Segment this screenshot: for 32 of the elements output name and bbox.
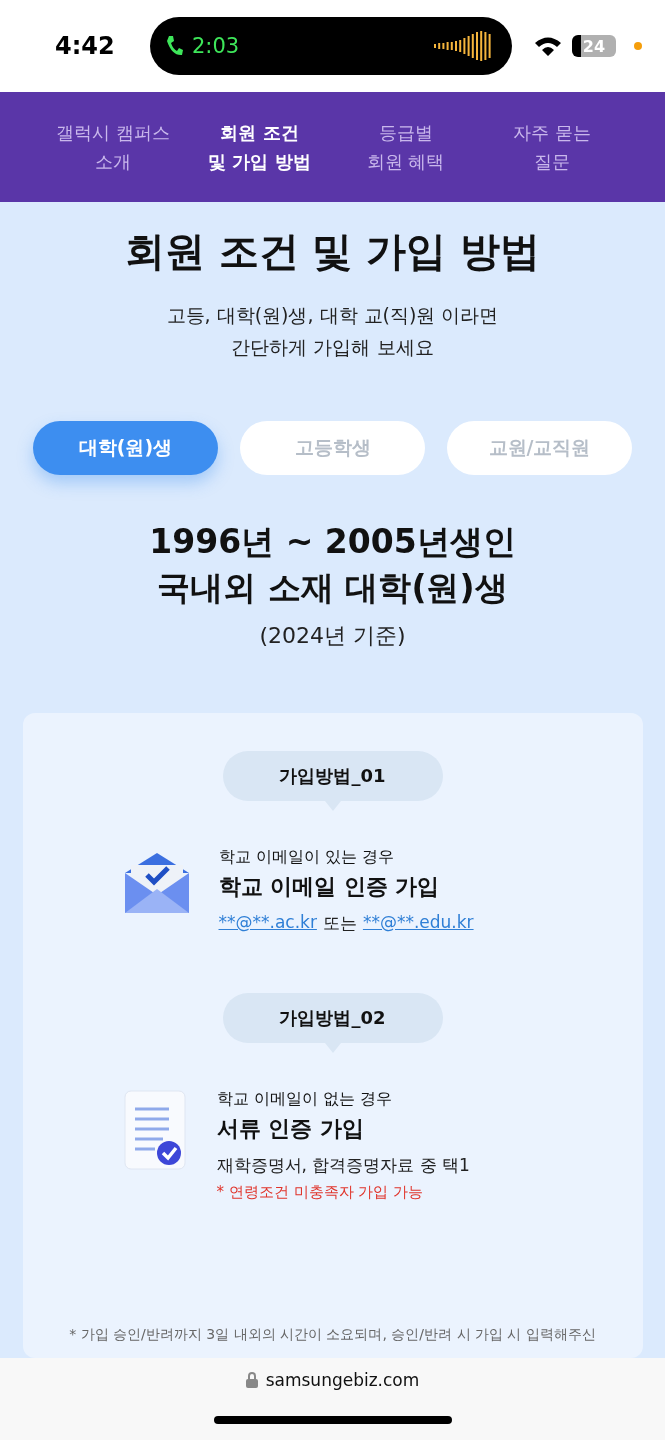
connector-text: 또는 xyxy=(322,912,357,935)
nav-tab[interactable]: 회원 조건 및 가입 방법 xyxy=(186,118,333,176)
method-title: 학교 이메일 인증 가입 xyxy=(218,873,441,901)
call-activity-pill[interactable]: 2:03 xyxy=(150,17,512,75)
privacy-indicator-icon xyxy=(634,42,642,50)
eligibility-note: (2024년 기준) xyxy=(259,622,406,650)
footnote: * 가입 승인/반려까지 3일 내외의 시간이 소요되며, 승인/반려 시 가입 시 입력해주신 xyxy=(69,1326,596,1344)
document-check-icon xyxy=(122,1089,189,1173)
call-duration: 2:03 xyxy=(192,34,241,58)
nav-tab[interactable]: 등급별 회원 혜택 xyxy=(332,118,479,176)
method-title: 서류 인증 가입 xyxy=(216,1115,365,1143)
lock-icon xyxy=(245,1372,258,1388)
email-domain-link[interactable]: **@**.edu.kr xyxy=(362,912,474,935)
segment-tab[interactable]: 대학(원)생 xyxy=(33,421,218,475)
page-title: 회원 조건 및 가입 방법 xyxy=(124,227,541,276)
method-label: 가입방법_02 xyxy=(222,993,443,1053)
method-label: 가입방법_01 xyxy=(222,751,443,811)
nav-tab[interactable]: 자주 묻는 질문 xyxy=(478,118,625,176)
email-domain-link[interactable]: **@**.ac.kr xyxy=(218,912,317,935)
method-condition: 학교 이메일이 있는 경우 xyxy=(218,847,395,868)
clock-time: 4:42 xyxy=(55,32,116,60)
method-detail: 재학증명서, 합격증명자료 중 택1 xyxy=(216,1154,470,1177)
method-condition: 학교 이메일이 없는 경우 xyxy=(216,1089,393,1110)
phone-icon xyxy=(166,35,184,57)
battery-level: 24 xyxy=(572,35,616,57)
wifi-icon xyxy=(534,36,562,56)
address-bar[interactable]: samsungebiz.com xyxy=(245,1370,420,1390)
method-warning: * 연령조건 미충족자 가입 가능 xyxy=(216,1183,425,1202)
eligibility-heading: 1996년 ~ 2005년생인 국내외 소재 대학(원)생 xyxy=(149,521,516,609)
page-subtitle: 고등, 대학(원)생, 대학 교(직)원 이라면 간단하게 가입해 보세요 xyxy=(166,303,499,360)
nav-tab[interactable]: 갤럭시 캠퍼스 소개 xyxy=(40,118,187,176)
audio-wave-icon xyxy=(434,31,494,61)
